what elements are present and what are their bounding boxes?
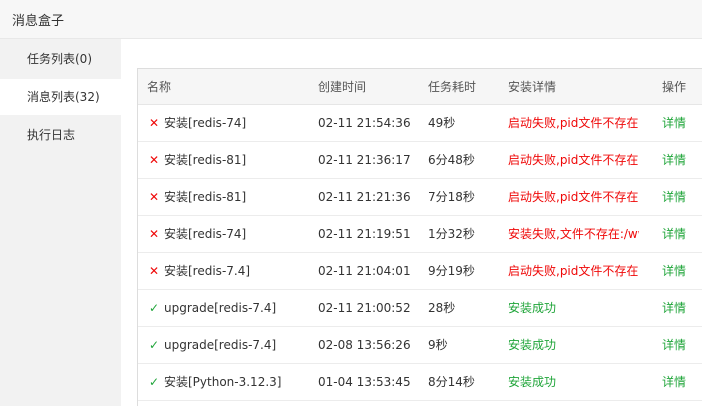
check-icon: ✓ [148,375,160,389]
detail-link[interactable]: 详情 [662,253,702,289]
created-time: 02-11 21:00:52 [318,301,411,315]
created-time: 02-08 13:56:26 [318,338,411,352]
task-name-cell: ✕ 安装[redis-81] [147,142,307,178]
detail-link[interactable]: 详情 [662,142,702,178]
close-icon: ✕ [148,153,160,167]
task-duration: 9秒 [428,338,448,352]
created-time: 02-11 21:36:17 [318,153,411,167]
detail-link[interactable]: 详情 [662,179,702,215]
task-name: 安装[redis-74] [164,227,247,241]
close-icon: ✕ [148,190,160,204]
task-name-cell: ✕ 安装[redis-74] [147,105,307,141]
task-name: 安装[Python-3.12.3] [164,375,282,389]
task-duration: 7分18秒 [428,190,475,204]
message-table: 名称 创建时间 任务耗时 安装详情 操作 ✕ 安装[redis-74] 02-11 … [137,68,702,406]
created-time: 02-11 21:19:51 [318,227,411,241]
detail-link[interactable]: 详情 [662,290,702,326]
sidebar-item-task-list[interactable]: 任务列表(0) [0,41,121,77]
task-name-cell: ✕ 安装[redis-81] [147,179,307,215]
install-detail: 安装失败,文件不存在:/ww [508,227,639,241]
task-duration: 1分32秒 [428,227,475,241]
created-time: 02-11 21:54:36 [318,116,411,130]
sidebar-item-exec-log[interactable]: 执行日志 [0,117,121,153]
sidebar-item-message-list[interactable]: 消息列表(32) [0,79,121,115]
task-duration: 28秒 [428,301,456,315]
task-duration: 49秒 [428,116,456,130]
header-time: 创建时间 [318,80,367,94]
task-name: 安装[redis-7.4] [164,264,251,278]
header-op: 操作 [662,80,687,94]
task-name: 安装[redis-81] [164,190,247,204]
install-detail: 启动失败,pid文件不存在 [508,190,639,204]
install-detail: 安装成功 [508,301,557,315]
table-row: ✕ 安装[redis-74] 02-11 21:19:51 1分32秒 安装失败,文件不… [138,216,702,253]
task-duration: 9分19秒 [428,264,475,278]
check-icon: ✓ [148,301,160,315]
detail-link[interactable]: 详情 [662,364,702,400]
created-time: 01-04 13:53:45 [318,375,411,389]
table-row: ✕ 安装[redis-81] 02-11 21:36:17 6分48秒 启动失败,pid… [138,142,702,179]
created-time: 02-11 21:21:36 [318,190,411,204]
install-detail: 启动失败,pid文件不存在 [508,153,639,167]
window-title: 消息盒子 [12,14,65,29]
task-name-cell: ✓ 安装[Python-3.12.3] [147,364,307,400]
detail-link[interactable]: 详情 [662,327,702,363]
table-row: ✓ upgrade[redis-7.4] 02-11 21:00:52 28秒 安装成功… [138,290,702,327]
task-name: upgrade[redis-7.4] [164,338,277,352]
task-duration: 8分14秒 [428,375,475,389]
install-detail: 启动失败,pid文件不存在 [508,264,639,278]
table-row: ✕ 安装[redis-74] 02-11 21:54:36 49秒 启动失败,pid文件… [138,105,702,142]
close-icon: ✕ [148,116,160,130]
task-name: 安装[redis-74] [164,116,247,130]
install-detail: 安装成功 [508,338,557,352]
check-icon: ✓ [148,338,160,352]
task-name-cell: ✓ upgrade[redis-7.4] [147,327,307,363]
table-row: ✕ 安装[redis-81] 02-11 21:21:36 7分18秒 启动失败,pid… [138,179,702,216]
header-cost: 任务耗时 [428,80,477,94]
created-time: 02-11 21:04:01 [318,264,411,278]
task-name: upgrade[redis-7.4] [164,301,277,315]
task-duration: 6分48秒 [428,153,475,167]
sidebar: 任务列表(0) 消息列表(32) 执行日志 [0,39,121,406]
table-row: ✕ 安装[redis-7.4] 02-11 21:04:01 9分19秒 启动失败,pi… [138,253,702,290]
header-name: 名称 [147,80,172,94]
table-header: 名称 创建时间 任务耗时 安装详情 操作 [138,69,702,105]
task-name-cell: ✕ 安装[redis-74] [147,216,307,252]
window-titlebar: 消息盒子 [0,0,702,39]
install-detail: 安装成功 [508,375,557,389]
install-detail: 启动失败,pid文件不存在 [508,116,639,130]
task-name-cell: ✓ upgrade[redis-7.4] [147,290,307,326]
detail-link[interactable]: 详情 [662,105,702,141]
table-row: ✓ upgrade[redis-7.4] 02-08 13:56:26 9秒 安装成功 详… [138,327,702,364]
detail-link[interactable]: 详情 [662,216,702,252]
table-row: ✓ 安装[Python-3.12.3] 01-04 13:53:45 8分14秒 安装成… [138,364,702,401]
close-icon: ✕ [148,227,160,241]
close-icon: ✕ [148,264,160,278]
task-name-cell: ✕ 安装[redis-7.4] [147,253,307,289]
header-detail: 安装详情 [508,80,557,94]
task-name: 安装[redis-81] [164,153,247,167]
main-panel: 名称 创建时间 任务耗时 安装详情 操作 ✕ 安装[redis-74] 02-11 … [121,39,702,406]
